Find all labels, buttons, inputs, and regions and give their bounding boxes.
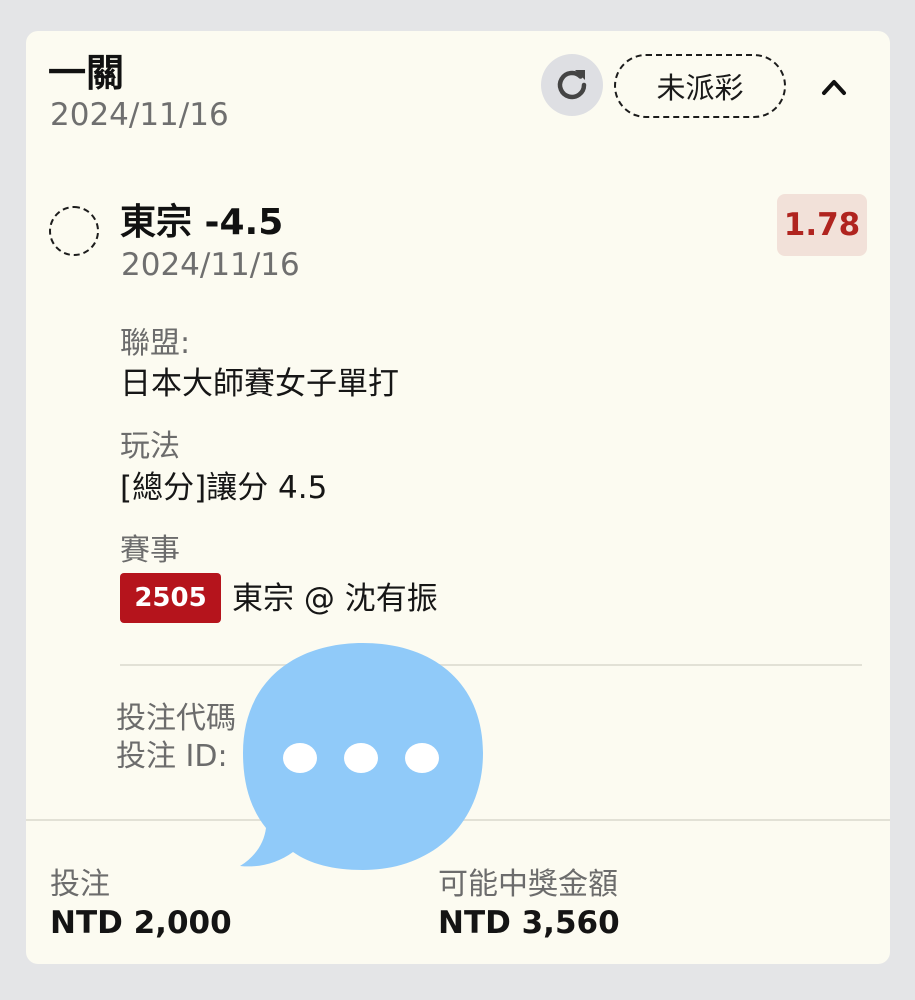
league-label: 聯盟:	[120, 326, 191, 361]
collapse-button[interactable]	[812, 67, 856, 107]
market-label: 玩法	[120, 429, 180, 464]
bet-type-title: 一關	[48, 51, 125, 95]
stake-label: 投注	[50, 867, 110, 902]
event-value: 東宗 @ 沈有振	[232, 581, 438, 617]
payout-value: NTD 3,560	[438, 905, 620, 941]
divider	[120, 664, 862, 666]
stake-value: NTD 2,000	[50, 905, 232, 941]
bet-card: 一關 2024/11/16 未派彩 東宗 -4.5 2024/11/16 1.7…	[26, 31, 890, 964]
selection-radio[interactable]	[49, 206, 99, 256]
event-label: 賽事	[120, 533, 180, 568]
odds-badge: 1.78	[777, 194, 867, 256]
refresh-icon	[557, 70, 587, 100]
chat-bubble-icon	[240, 643, 483, 870]
event-code-badge: 2505	[120, 573, 221, 623]
selection-date: 2024/11/16	[121, 247, 300, 283]
selection-title: 東宗 -4.5	[120, 202, 284, 243]
status-badge: 未派彩	[614, 54, 786, 118]
league-value: 日本大師賽女子單打	[120, 366, 399, 402]
bet-date: 2024/11/16	[50, 97, 229, 133]
market-value: [總分]讓分 4.5	[120, 470, 328, 506]
refresh-button[interactable]	[541, 54, 603, 116]
bet-code-label: 投注代碼	[116, 701, 236, 736]
bet-id-label: 投注 ID:	[116, 739, 228, 774]
chevron-up-icon	[822, 80, 846, 95]
